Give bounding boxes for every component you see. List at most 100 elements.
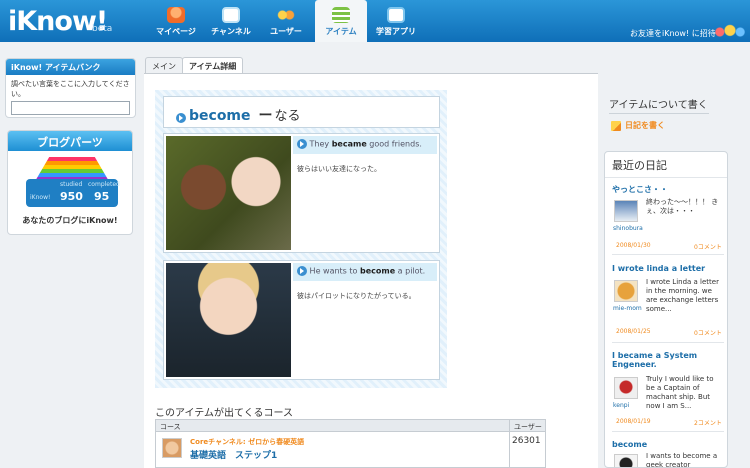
invite-friends-link[interactable]: お友達をiKnow! に招待 <box>630 28 716 39</box>
diary-title-link[interactable]: I became a System Engeneer. <box>612 351 712 369</box>
item-bank-panel: iKnow! アイテムバンク 調べたい言葉をここに入力してください。 <box>5 58 136 118</box>
diary-thumbnail[interactable] <box>614 200 638 222</box>
diary-date: 2008/01/30 <box>616 242 651 249</box>
example-post: a pilot. <box>395 266 426 276</box>
course-user-count: 26301 <box>512 436 541 446</box>
courses-heading: このアイテムが出てくるコース <box>155 408 293 419</box>
course-name-link[interactable]: 基礎英語 ステップ1 <box>190 448 277 461</box>
diary-user-link[interactable]: kenpi <box>613 402 629 409</box>
diary-date: 2008/01/19 <box>616 418 651 425</box>
courses-table-header: コース ユーザー <box>156 420 545 432</box>
diary-user-link[interactable]: mie-mom <box>613 305 642 312</box>
completed-value: 95 <box>94 190 110 203</box>
studied-value: 950 <box>60 190 83 203</box>
diary-thumbnail[interactable] <box>614 280 638 302</box>
divider <box>612 342 724 343</box>
speaker-icon[interactable] <box>297 266 307 276</box>
tab-main[interactable]: メイン <box>145 57 183 73</box>
course-thumbnail[interactable] <box>162 438 182 458</box>
divider <box>612 254 724 255</box>
example-en: They became good friends. <box>293 136 437 154</box>
example-ja: 彼はパイロットになりたがっている。 <box>297 292 416 300</box>
diary-title-link[interactable]: I wrote linda a letter <box>612 264 724 273</box>
write-diary-link[interactable]: 日記を書く <box>611 120 665 131</box>
diary-entry: I became a System Engeneer. kenpi Truly … <box>612 351 724 432</box>
headword-line: become ーなる <box>176 105 301 125</box>
nav-channel[interactable]: チャンネル <box>205 0 257 42</box>
diary-user-link[interactable]: shinobura <box>613 225 643 232</box>
recent-diaries-panel: 最近の日記 やっとこさ・・ shinobura 終わった〜〜！！！ きぇ、次は・… <box>604 151 728 468</box>
blog-parts-panel[interactable]: ブログパーツ iKnow! studied 950 completed 95 あ… <box>7 130 133 235</box>
diary-date: 2008/01/25 <box>616 328 651 335</box>
diary-comments-link[interactable]: 0コメント <box>694 242 722 251</box>
blog-brand: iKnow! <box>30 194 51 201</box>
speaker-icon[interactable] <box>297 139 307 149</box>
nav-users[interactable]: ユーザー <box>260 0 312 42</box>
main-nav: マイページ チャンネル ユーザー アイテム 学習アプリ <box>150 0 425 42</box>
example-keyword: become <box>359 266 396 276</box>
item-bank-search-input[interactable] <box>11 101 130 115</box>
headword-en: become <box>189 108 251 124</box>
example-pre: He wants to <box>309 266 360 276</box>
diary-comments-link[interactable]: 0コメント <box>694 328 722 337</box>
mypage-icon <box>167 7 185 23</box>
recent-diaries-title: 最近の日記 <box>605 152 727 178</box>
example-photo <box>166 263 291 377</box>
write-about-heading: アイテムについて書く <box>609 96 709 114</box>
blog-stats: iKnow! studied 950 completed 95 <box>26 179 120 207</box>
item-bank-title: iKnow! アイテムバンク <box>6 59 135 75</box>
diary-thumbnail[interactable] <box>614 377 638 399</box>
nav-label: 学習アプリ <box>376 27 416 36</box>
item-card: become ーなる They became good friends. 彼らはい… <box>155 90 447 388</box>
beta-badge: beta <box>92 24 113 34</box>
example-sentence-1: They became good friends. 彼らはいい友達になった。 <box>163 133 440 253</box>
blog-parts-title: ブログパーツ <box>8 131 132 151</box>
studied-label: studied <box>60 181 83 188</box>
item-bank-label: 調べたい言葉をここに入力してください。 <box>11 80 130 98</box>
example-pre: They <box>309 139 332 149</box>
headword-dash: ー <box>258 108 273 124</box>
pencil-icon <box>611 120 621 131</box>
example-photo <box>166 136 291 250</box>
diary-thumbnail[interactable] <box>614 454 638 467</box>
col-users-header: ユーザー <box>514 423 542 431</box>
blog-parts-caption: あなたのブログにiKnow! <box>22 216 118 225</box>
example-en: He wants to become a pilot. <box>293 263 437 281</box>
example-sentence-2: He wants to become a pilot. 彼はパイロットになりたが… <box>163 260 440 380</box>
diary-excerpt: I wrote Linda a letter in the morning. w… <box>646 278 719 313</box>
col-course-header: コース <box>160 423 181 431</box>
example-post: good friends. <box>366 139 422 149</box>
example-ja: 彼らはいい友達になった。 <box>297 165 381 173</box>
people-icon <box>713 24 747 40</box>
diary-entry: become I wants to become a geek creator <box>612 440 724 467</box>
items-icon <box>332 7 350 23</box>
diary-entry: I wrote linda a letter mie-mom I wrote L… <box>612 264 724 343</box>
diary-title-link[interactable]: become <box>612 440 724 449</box>
diary-excerpt: 終わった〜〜！！！ きぇ、次は・・・ <box>646 198 719 215</box>
nav-items[interactable]: アイテム <box>315 0 367 42</box>
nav-label: マイページ <box>156 27 196 36</box>
nav-apps[interactable]: 学習アプリ <box>370 0 422 42</box>
diary-title-link[interactable]: やっとこさ・・ <box>612 184 724 195</box>
item-headword: become ーなる <box>163 96 440 128</box>
speaker-icon[interactable] <box>176 112 186 123</box>
column-divider <box>509 420 510 468</box>
top-header: iKnow! beta マイページ チャンネル ユーザー アイテム 学習アプリ … <box>0 0 750 42</box>
completed-label: completed <box>88 181 120 188</box>
tv-icon <box>222 7 240 23</box>
divider <box>612 431 724 432</box>
users-icon <box>277 7 295 23</box>
courses-table: コース ユーザー Coreチャンネル: ゼロから春硬英語 基礎英語 ステップ1 … <box>155 419 546 468</box>
diary-entry: やっとこさ・・ shinobura 終わった〜〜！！！ きぇ、次は・・・ 200… <box>612 184 724 255</box>
course-channel-link[interactable]: Coreチャンネル: ゼロから春硬英語 <box>190 437 304 447</box>
write-diary-label: 日記を書く <box>625 121 665 130</box>
example-keyword: became <box>331 139 367 149</box>
diary-excerpt: Truly I would like to be a Captain of ma… <box>646 375 714 410</box>
nav-label: ユーザー <box>270 27 302 36</box>
tab-item-detail[interactable]: アイテム詳細 <box>182 57 244 73</box>
nav-mypage[interactable]: マイページ <box>150 0 202 42</box>
blog-widget-preview: iKnow! studied 950 completed 95 <box>26 157 120 207</box>
diary-excerpt: I wants to become a geek creator <box>646 452 718 468</box>
diary-comments-link[interactable]: 2コメント <box>694 418 722 427</box>
app-icon <box>387 7 405 23</box>
